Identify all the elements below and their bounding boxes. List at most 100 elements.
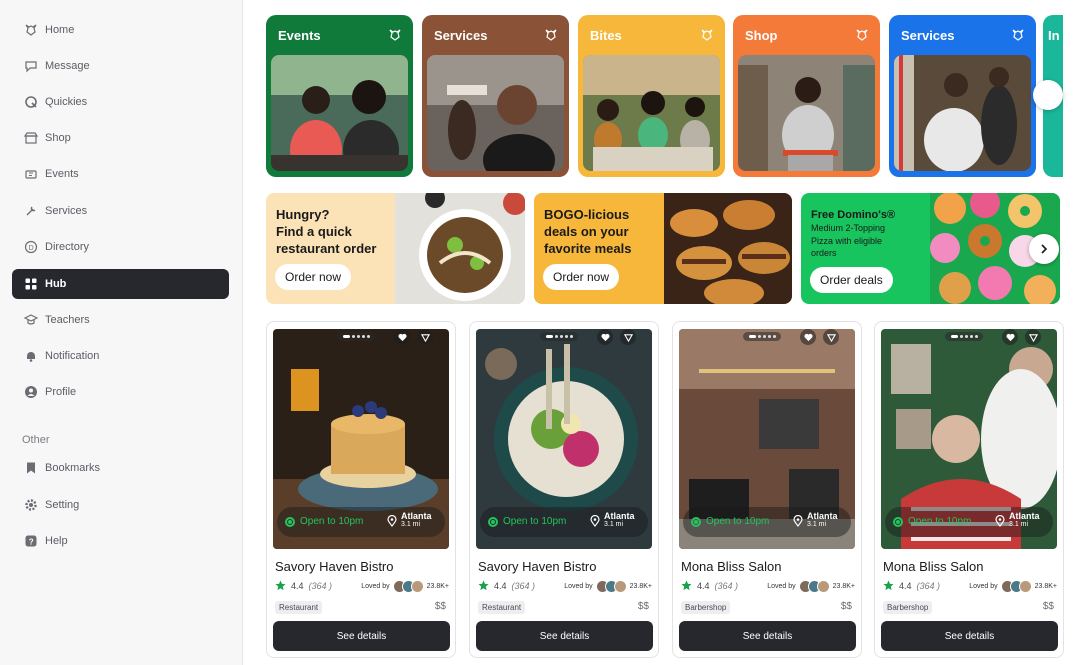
- location-city: Atlanta: [1009, 511, 1040, 521]
- rating: 4.4 (364 ): [478, 580, 535, 591]
- sidebar-item-message[interactable]: Message: [12, 51, 229, 81]
- user-icon: [24, 385, 38, 399]
- sidebar: Home Message Quickies Shop Events Servic…: [0, 0, 243, 665]
- loved-count: 23.8K+: [832, 583, 855, 590]
- rating-value: 4.4: [697, 580, 710, 591]
- graduation-cap-icon: [24, 313, 38, 327]
- rating-value: 4.4: [494, 580, 507, 591]
- share-button[interactable]: [1025, 329, 1041, 345]
- send-icon: [1028, 333, 1038, 342]
- loved-by: Loved by 23.8K+: [767, 580, 855, 593]
- send-icon: [420, 333, 430, 342]
- location-distance: 3.1 mi: [401, 521, 421, 528]
- lion-logo-icon: [701, 29, 713, 41]
- sidebar-item-setting[interactable]: Setting: [12, 490, 229, 520]
- see-details-button[interactable]: See details: [679, 621, 856, 651]
- send-icon: [623, 333, 633, 342]
- promo-banner-dominos[interactable]: Free Domino's® Medium 2-Topping Pizza wi…: [801, 193, 1060, 304]
- category-label: Shop: [745, 27, 778, 43]
- chevron-right-icon: [1041, 244, 1048, 254]
- loved-label: Loved by: [564, 583, 593, 590]
- share-button[interactable]: [417, 329, 433, 345]
- loved-label: Loved by: [969, 583, 998, 590]
- sidebar-item-label: Directory: [45, 241, 90, 253]
- category-label: In: [1048, 27, 1060, 43]
- category-card-shop[interactable]: Shop: [733, 15, 880, 177]
- favorite-button[interactable]: [394, 329, 410, 345]
- sidebar-item-hub[interactable]: Hub: [12, 269, 229, 299]
- favorite-button[interactable]: [597, 329, 613, 345]
- open-status: Open to 10pm: [503, 516, 567, 527]
- location-pin-icon: [590, 515, 600, 527]
- share-button[interactable]: [823, 329, 839, 345]
- svg-text:?: ?: [29, 537, 34, 546]
- loved-by: Loved by 23.8K+: [361, 580, 449, 593]
- category-photo: [271, 55, 408, 171]
- category-card-events[interactable]: Events: [266, 15, 413, 177]
- order-deals-button[interactable]: Order deals: [810, 267, 893, 293]
- price-level: $$: [840, 601, 852, 612]
- category-card-services[interactable]: Services: [422, 15, 569, 177]
- sidebar-item-bookmarks[interactable]: Bookmarks: [12, 453, 229, 483]
- lion-logo-icon: [24, 23, 38, 37]
- see-details-button[interactable]: See details: [476, 621, 653, 651]
- sidebar-item-label: Home: [45, 24, 75, 36]
- category-card-services-2[interactable]: Services: [889, 15, 1036, 177]
- rating-count: (364 ): [714, 580, 739, 591]
- see-details-button[interactable]: See details: [273, 621, 450, 651]
- open-status: Open to 10pm: [300, 516, 364, 527]
- svg-text:D: D: [29, 245, 34, 252]
- other-section-label: Other: [22, 434, 50, 446]
- business-card[interactable]: Open to 10pm Atlanta 3.1 mi Mona Bliss Sa…: [874, 321, 1064, 658]
- loved-by: Loved by 23.8K+: [969, 580, 1057, 593]
- order-now-button[interactable]: Order now: [543, 264, 620, 290]
- gear-icon: [24, 498, 38, 512]
- help-icon: ?: [24, 534, 38, 548]
- promo-line: Pizza with eligible: [811, 235, 883, 246]
- business-name[interactable]: Savory Haven Bistro: [478, 559, 597, 574]
- avatar-stack: [392, 580, 424, 593]
- favorite-button[interactable]: [800, 329, 816, 345]
- see-details-button[interactable]: See details: [881, 621, 1058, 651]
- category-label: Events: [278, 27, 321, 43]
- promo-banner-bogo[interactable]: BOGO-licious deals on your favorite meal…: [534, 193, 792, 304]
- location-distance: 3.1 mi: [807, 521, 827, 528]
- sidebar-item-profile[interactable]: Profile: [12, 377, 229, 407]
- lion-logo-icon: [1012, 29, 1024, 41]
- business-card[interactable]: Open to 10pm Atlanta 3.1 mi Mona Bliss Sa…: [672, 321, 862, 658]
- business-card[interactable]: Open to 10pm Atlanta 3.1 mi Savory Haven …: [266, 321, 456, 658]
- sidebar-item-notification[interactable]: Notification: [12, 341, 229, 371]
- category-card-bites[interactable]: Bites: [578, 15, 725, 177]
- sidebar-item-events[interactable]: Events: [12, 159, 229, 189]
- sidebar-item-home[interactable]: Home: [12, 15, 229, 45]
- sidebar-item-shop[interactable]: Shop: [12, 123, 229, 153]
- favorite-button[interactable]: [1002, 329, 1018, 345]
- share-button[interactable]: [620, 329, 636, 345]
- sidebar-item-quickies[interactable]: Quickies: [12, 87, 229, 117]
- carousel-indicator: [337, 332, 375, 341]
- business-card[interactable]: Open to 10pm Atlanta 3.1 mi Savory Haven …: [469, 321, 659, 658]
- location-city: Atlanta: [401, 511, 432, 521]
- business-name[interactable]: Savory Haven Bistro: [275, 559, 394, 574]
- avatar-stack: [595, 580, 627, 593]
- category-scroll-button[interactable]: [1033, 80, 1063, 110]
- promo-title: Free Domino's®: [811, 209, 896, 221]
- promo-banner-restaurant[interactable]: Hungry? Find a quick restaurant order Or…: [266, 193, 525, 304]
- business-name[interactable]: Mona Bliss Salon: [681, 559, 781, 574]
- loved-count: 23.8K+: [426, 583, 449, 590]
- loved-count: 23.8K+: [1034, 583, 1057, 590]
- sidebar-item-label: Events: [45, 168, 79, 180]
- order-now-button[interactable]: Order now: [275, 264, 352, 290]
- sidebar-item-teachers[interactable]: Teachers: [12, 305, 229, 335]
- storefront-icon: [24, 131, 38, 145]
- promo-line: Find a quick: [276, 224, 352, 239]
- status-overlay: Open to 10pm Atlanta 3.1 mi: [885, 507, 1053, 537]
- sidebar-item-services[interactable]: Services: [12, 196, 229, 226]
- promo-next-button[interactable]: [1029, 234, 1059, 264]
- promo-line: Medium 2-Topping: [811, 223, 886, 233]
- sidebar-item-help[interactable]: ? Help: [12, 526, 229, 556]
- location-pin-icon: [387, 515, 397, 527]
- sidebar-item-directory[interactable]: D Directory: [12, 232, 229, 262]
- business-name[interactable]: Mona Bliss Salon: [883, 559, 983, 574]
- promo-line: BOGO-licious: [544, 207, 630, 222]
